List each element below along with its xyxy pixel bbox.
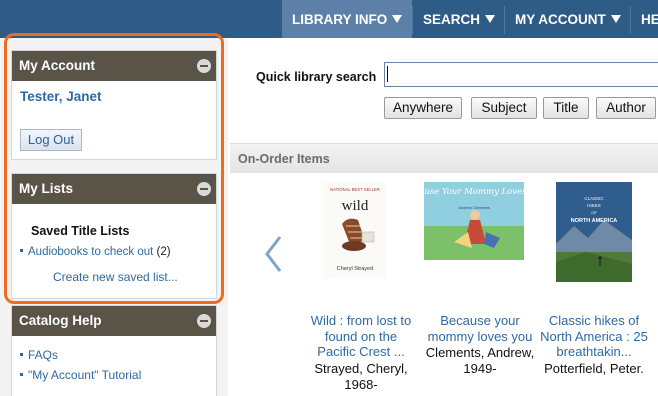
cover-text-classic: CLASSIC — [584, 196, 604, 201]
book-author: Strayed, Cheryl, 1968- — [301, 361, 421, 392]
on-order-header: On-Order Items — [230, 143, 658, 173]
help-item-faqs: FAQs — [20, 348, 58, 362]
book-title-link[interactable]: Wild : from lost to found on the Pacific… — [301, 313, 421, 360]
catalog-help-title: Catalog Help — [19, 313, 102, 328]
scope-subject-button[interactable]: Subject — [471, 97, 537, 119]
nav-search-label: SEARCH — [423, 12, 481, 27]
cover-text-of: OF — [591, 210, 597, 215]
tutorial-link[interactable]: "My Account" Tutorial — [28, 368, 141, 382]
book-author-line: 1949- — [463, 360, 497, 376]
book-title-line: mommy loves you — [427, 328, 533, 344]
book-title-line: Because your — [440, 313, 520, 328]
book-author: Potterfield, Peter. — [534, 361, 654, 377]
nav-library-info[interactable]: LIBRARY INFO — [282, 0, 412, 38]
book-title-line: Pacific Crest ... — [317, 344, 405, 359]
cover-text-hikes: HIKES — [587, 203, 601, 208]
quick-search-input[interactable] — [384, 62, 658, 87]
chevron-down-icon — [610, 15, 621, 23]
text-cursor — [387, 66, 388, 82]
on-order-title: On-Order Items — [238, 152, 330, 166]
catalog-help-header: Catalog Help — [12, 306, 216, 336]
nav-help-label: HE — [641, 12, 658, 27]
scope-anywhere-button[interactable]: Anywhere — [384, 97, 462, 119]
chevron-down-icon — [392, 15, 403, 23]
nav-search[interactable]: SEARCH — [413, 0, 505, 38]
nav-my-account-label: MY ACCOUNT — [515, 12, 606, 27]
carousel-prev-icon[interactable] — [262, 234, 284, 274]
collapse-icon[interactable] — [197, 314, 211, 328]
bullet-icon — [20, 353, 23, 356]
cover-title-wild: wild — [342, 198, 369, 214]
book-cover-mommy[interactable]: Because Your Mommy Loves You Andrew Clem… — [424, 182, 524, 260]
scope-title-button[interactable]: Title — [543, 97, 589, 119]
book-author-line: Clements, Andrew, — [425, 345, 535, 360]
cover-text-north-america: NORTH AMERICA — [571, 218, 618, 224]
nav-help[interactable]: HE — [631, 0, 658, 38]
book-title-link[interactable]: Classic hikes of North America : 25 brea… — [534, 313, 654, 360]
book-author-line: Potterfield, Peter. — [544, 361, 644, 376]
quick-search-label: Quick library search — [256, 70, 377, 84]
chevron-down-icon — [485, 15, 496, 23]
book-title-line: Wild : from lost to — [310, 313, 412, 328]
cover-bestseller: NATIONAL BEST SELLER — [330, 187, 380, 192]
book-title-link[interactable]: Because your mommy loves you — [420, 313, 540, 344]
book-title-line: found on the — [324, 328, 398, 344]
book-title-line: Classic hikes of — [548, 313, 640, 328]
book-author: Clements, Andrew, 1949- — [420, 345, 540, 376]
cover-author-mommy: Andrew Clements — [458, 205, 490, 210]
bullet-icon — [20, 373, 23, 376]
help-item-tutorial: "My Account" Tutorial — [20, 368, 141, 382]
book-title-line: North America : 25 — [540, 328, 648, 344]
cover-title-mommy: Because Your Mommy Loves You — [424, 187, 524, 197]
book-title-line: breathtakin... — [556, 344, 632, 359]
highlight-annotation — [4, 33, 224, 304]
nav-library-info-label: LIBRARY INFO — [292, 12, 388, 27]
book-author-line: 1968- — [344, 376, 378, 392]
cover-author-wild: Cheryl Strayed — [337, 266, 373, 272]
book-author-line: Strayed, Cheryl, — [314, 361, 408, 376]
book-cover-hikes[interactable]: CLASSIC HIKES OF NORTH AMERICA — [556, 182, 632, 282]
faqs-link[interactable]: FAQs — [28, 348, 58, 362]
scope-author-button[interactable]: Author — [596, 97, 656, 119]
nav-my-account[interactable]: MY ACCOUNT — [505, 0, 631, 38]
book-cover-wild[interactable]: NATIONAL BEST SELLER wild Cheryl Strayed — [324, 182, 386, 278]
catalog-help-panel: Catalog Help FAQs "My Account" Tutorial — [11, 305, 217, 396]
